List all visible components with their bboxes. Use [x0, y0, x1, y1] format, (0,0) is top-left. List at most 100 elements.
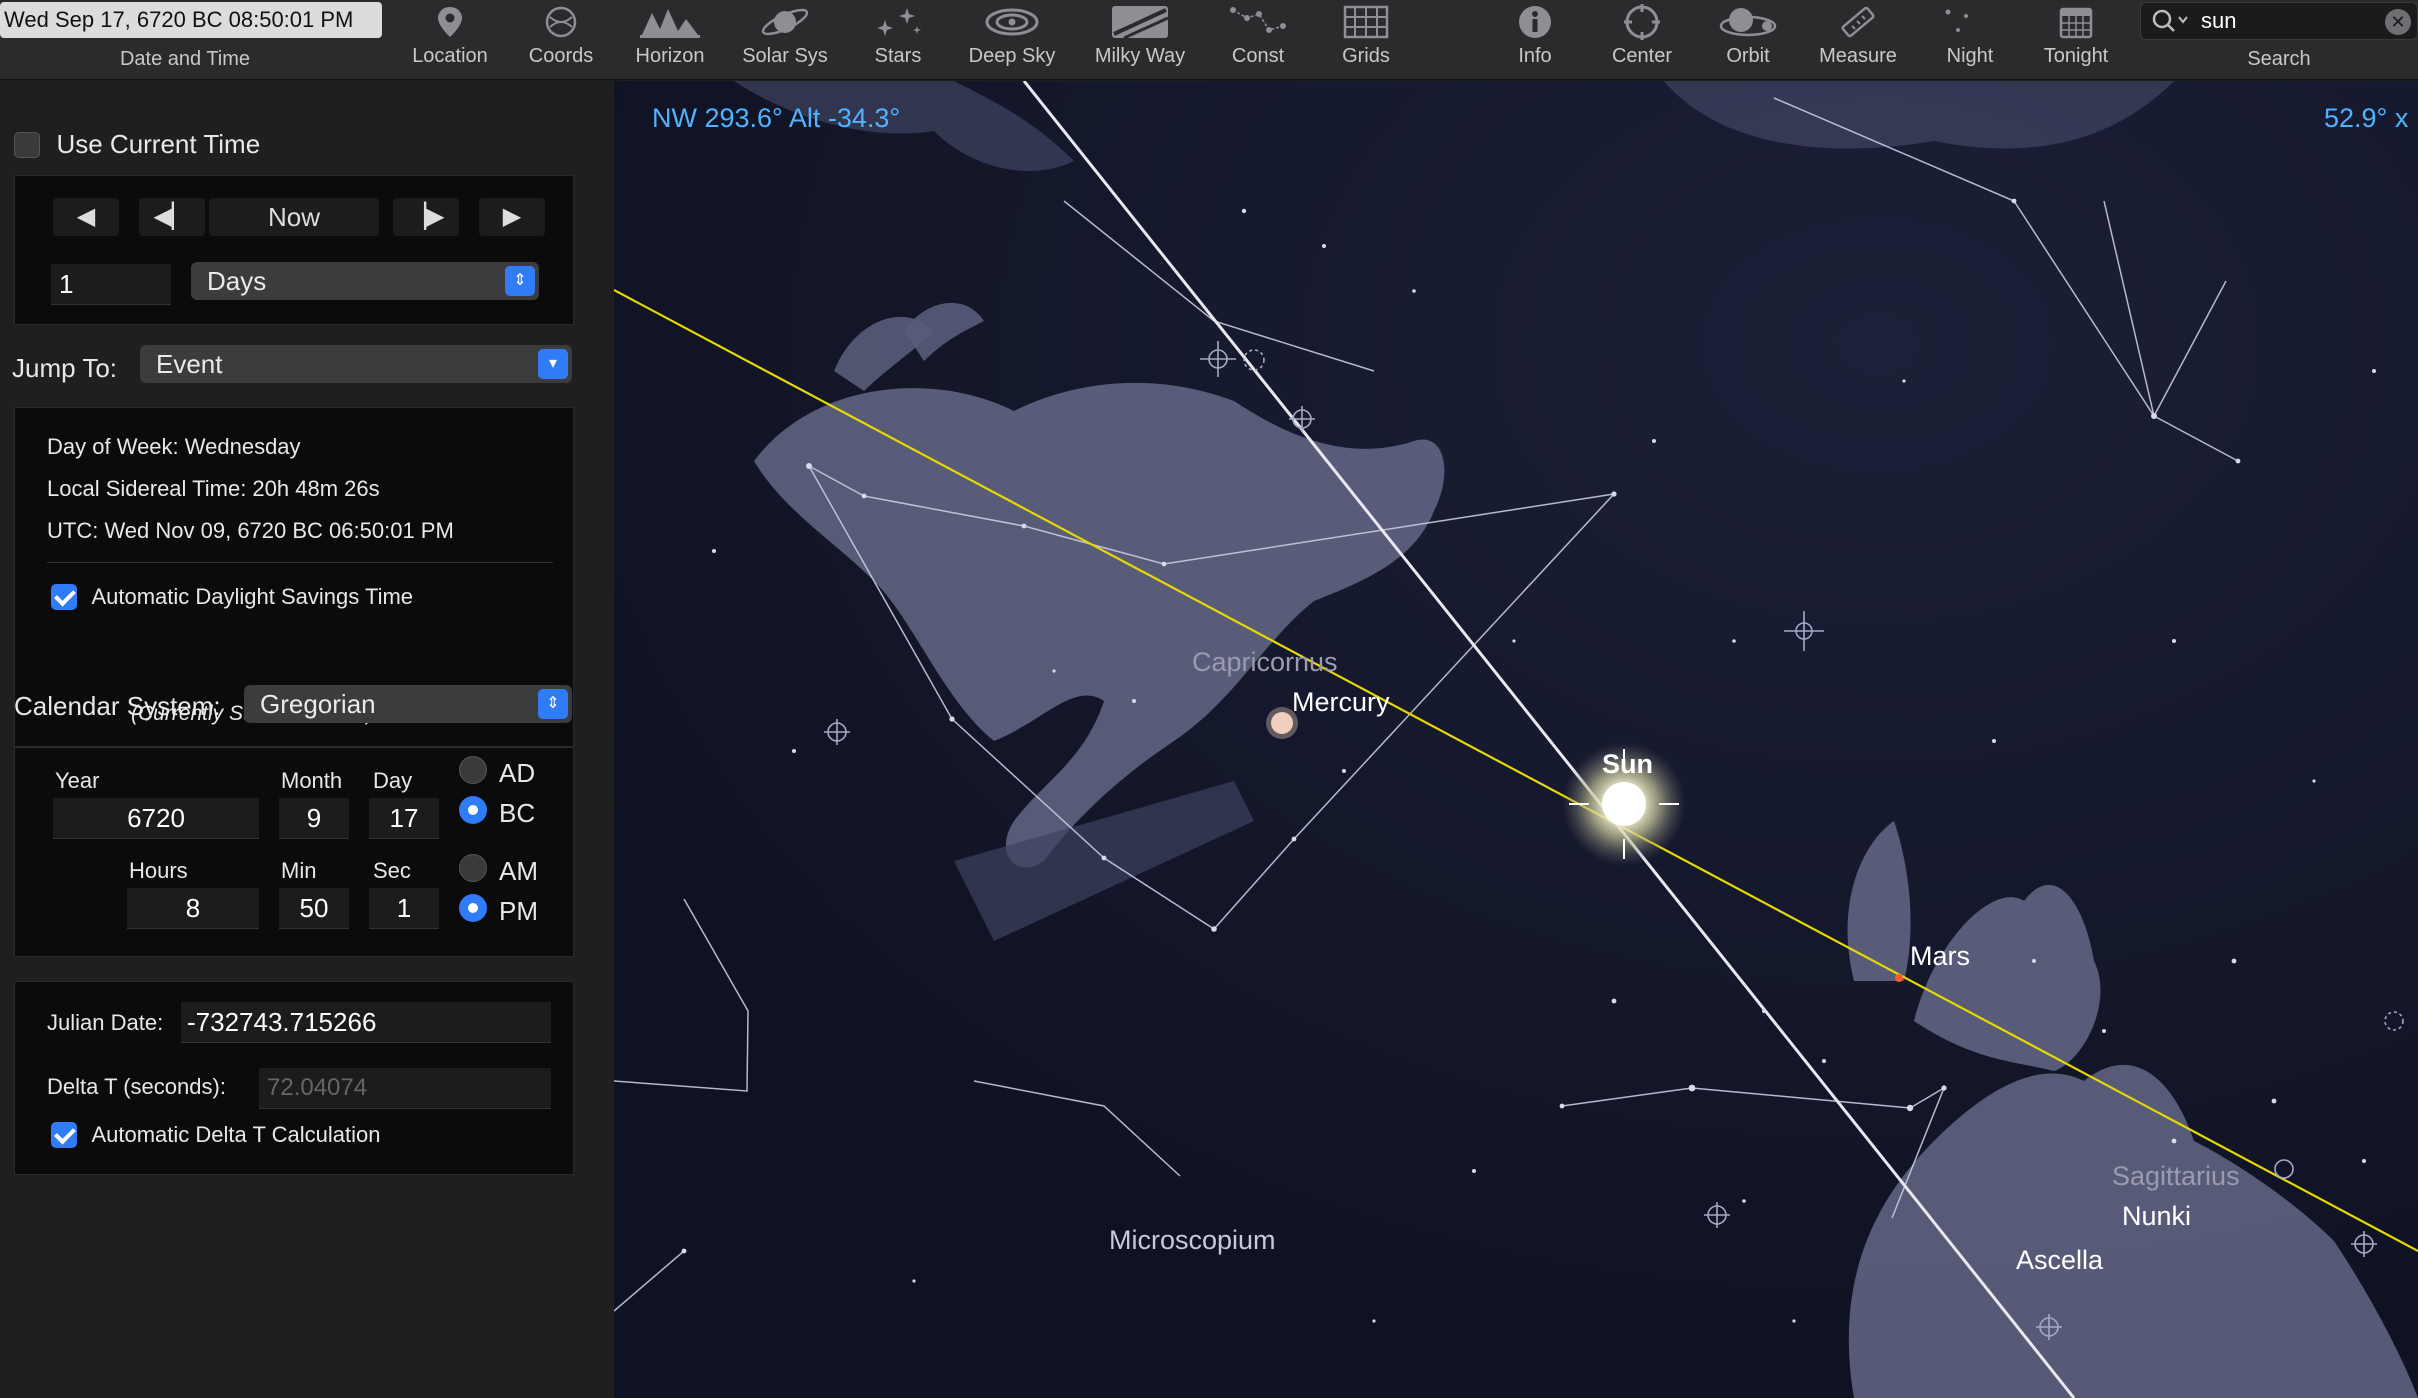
- sec-input[interactable]: 1: [369, 888, 439, 929]
- deep-sky-label: Deep Sky: [968, 45, 1056, 67]
- tonight-label: Tonight: [2043, 45, 2109, 67]
- datetime-label: Date and Time: [119, 48, 251, 70]
- orbit-button[interactable]: Orbit: [1698, 0, 1798, 80]
- stars-button[interactable]: Stars: [848, 0, 948, 80]
- auto-delta-t-label: Automatic Delta T Calculation: [91, 1122, 381, 1147]
- julian-box: Julian Date: -732743.715266 Delta T (sec…: [14, 981, 574, 1175]
- year-input[interactable]: 6720: [53, 798, 259, 839]
- stars-label: Stars: [874, 45, 922, 67]
- tonight-button[interactable]: Tonight: [2026, 0, 2126, 80]
- step-forward-button[interactable]: ▶: [479, 198, 545, 236]
- day-input[interactable]: 17: [369, 798, 439, 839]
- local-sidereal-time: Local Sidereal Time: 20h 48m 26s: [47, 476, 380, 501]
- delta-t-input: 72.04074: [259, 1068, 551, 1109]
- location-button[interactable]: Location: [400, 0, 500, 80]
- use-current-time-checkbox[interactable]: [14, 131, 40, 158]
- mercury-label[interactable]: Mercury: [1292, 687, 1390, 718]
- planet-icon: [761, 8, 809, 36]
- step-amount-input[interactable]: 1: [51, 264, 171, 305]
- solar-system-button[interactable]: Solar Sys: [733, 0, 837, 80]
- night-label: Night: [1946, 45, 1994, 67]
- mars-marker[interactable]: [1895, 974, 1903, 982]
- calendar-system-label: Calendar System:: [14, 691, 221, 721]
- deep-sky-button[interactable]: Deep Sky: [960, 0, 1064, 80]
- horizon-button[interactable]: Horizon: [620, 0, 720, 80]
- am-radio[interactable]: [459, 854, 487, 882]
- month-input[interactable]: 9: [279, 798, 349, 839]
- calendar-system-select[interactable]: Gregorian ⇕: [244, 685, 572, 723]
- bc-radio[interactable]: [459, 796, 487, 824]
- step-back-frame-button[interactable]: ◀▏: [139, 198, 205, 236]
- sec-label: Sec: [373, 858, 411, 883]
- orbit-label: Orbit: [1726, 45, 1770, 67]
- sagittarius-label[interactable]: Sagittarius: [2112, 1161, 2240, 1192]
- milky-way-label: Milky Way: [1094, 45, 1186, 67]
- info-button[interactable]: Info: [1485, 0, 1585, 80]
- auto-delta-t-checkbox[interactable]: [51, 1122, 77, 1148]
- utc-time: UTC: Wed Nov 09, 6720 BC 06:50:01 PM: [47, 518, 454, 543]
- pm-label: PM: [499, 896, 538, 926]
- measure-label: Measure: [1819, 45, 1897, 67]
- pm-radio[interactable]: [459, 894, 487, 922]
- grids-label: Grids: [1342, 45, 1390, 67]
- grids-button[interactable]: Grids: [1316, 0, 1416, 80]
- datetime-field[interactable]: Wed Sep 17, 6720 BC 08:50:01 PM: [0, 2, 382, 38]
- hours-input[interactable]: 8: [127, 888, 259, 929]
- capricornus-label[interactable]: Capricornus: [1192, 647, 1338, 678]
- min-input[interactable]: 50: [279, 888, 349, 929]
- date-entry-box: Year 6720 Month 9 Day 17 AD BC Hours 8 M…: [14, 747, 574, 957]
- now-button[interactable]: Now: [209, 198, 379, 236]
- horizon-label: Horizon: [635, 45, 705, 67]
- julian-date-input[interactable]: -732743.715266: [181, 1002, 551, 1043]
- julian-date-label: Julian Date:: [47, 1010, 164, 1035]
- constellation-icon: [1230, 7, 1286, 33]
- step-unit-select[interactable]: Days ⇕: [191, 262, 539, 300]
- app-window: Wed Sep 17, 6720 BC 08:50:01 PM Date and…: [0, 0, 2418, 1398]
- microscopium-label[interactable]: Microscopium: [1109, 1225, 1276, 1256]
- mars-label[interactable]: Mars: [1910, 941, 1970, 972]
- step-back-button[interactable]: ◀: [53, 198, 119, 236]
- jump-to-label: Jump To:: [12, 353, 118, 383]
- grid-icon: [1343, 5, 1389, 39]
- chevron-updown-icon: ⇕: [505, 266, 535, 296]
- milky-way-button[interactable]: Milky Way: [1088, 0, 1192, 80]
- dst-row[interactable]: Automatic Daylight Savings Time: [51, 584, 413, 610]
- constellations-label: Const: [1231, 45, 1285, 67]
- delta-t-label: Delta T (seconds):: [47, 1074, 226, 1099]
- night-button[interactable]: Night: [1920, 0, 2020, 80]
- step-unit-value: Days: [207, 266, 267, 296]
- dst-label: Automatic Daylight Savings Time: [91, 584, 414, 609]
- hours-label: Hours: [129, 858, 188, 883]
- center-button[interactable]: Center: [1592, 0, 1692, 80]
- constellations-button[interactable]: Const: [1208, 0, 1308, 80]
- calendar-icon: [2059, 7, 2093, 39]
- view-direction: NW 293.6° Alt -34.3°: [652, 103, 901, 133]
- calendar-system-value: Gregorian: [260, 689, 376, 719]
- jump-to-select[interactable]: Event ▾: [140, 345, 572, 383]
- chevron-down-icon: ▾: [538, 349, 568, 379]
- info-label: Info: [1518, 45, 1552, 67]
- milky-way-icon: [1112, 6, 1169, 40]
- nunki-label[interactable]: Nunki: [2122, 1201, 2191, 1232]
- auto-delta-t-row[interactable]: Automatic Delta T Calculation: [51, 1122, 380, 1148]
- month-label: Month: [281, 768, 343, 793]
- time-panel: Use Current Time ◀ ◀▏ Now ▕▶ ▶ 1 Days ⇕ …: [0, 81, 614, 1398]
- sky-view[interactable]: NW 293.6° Alt -34.3° 52.9° x Capricornus…: [614, 81, 2418, 1398]
- ad-radio[interactable]: [459, 756, 487, 784]
- coords-button[interactable]: Coords: [511, 0, 611, 80]
- ruler-icon: [1841, 6, 1875, 38]
- horizon-icon: [640, 9, 700, 38]
- field-of-view: 52.9° x: [2324, 103, 2409, 133]
- clear-search-icon[interactable]: ✕: [2385, 9, 2411, 35]
- dst-checkbox[interactable]: [51, 584, 77, 610]
- search-input[interactable]: sun ✕: [2140, 2, 2418, 40]
- ad-label: AD: [499, 758, 536, 788]
- sun-label[interactable]: Sun: [1602, 749, 1653, 780]
- measure-button[interactable]: Measure: [1808, 0, 1908, 80]
- use-current-time-row[interactable]: Use Current Time: [14, 129, 260, 160]
- galaxy-icon: [985, 8, 1039, 36]
- step-forward-frame-button[interactable]: ▕▶: [393, 198, 459, 236]
- ascella-label[interactable]: Ascella: [2016, 1245, 2103, 1276]
- solar-system-label: Solar Sys: [742, 45, 828, 67]
- toolbar: Wed Sep 17, 6720 BC 08:50:01 PM Date and…: [0, 0, 2418, 80]
